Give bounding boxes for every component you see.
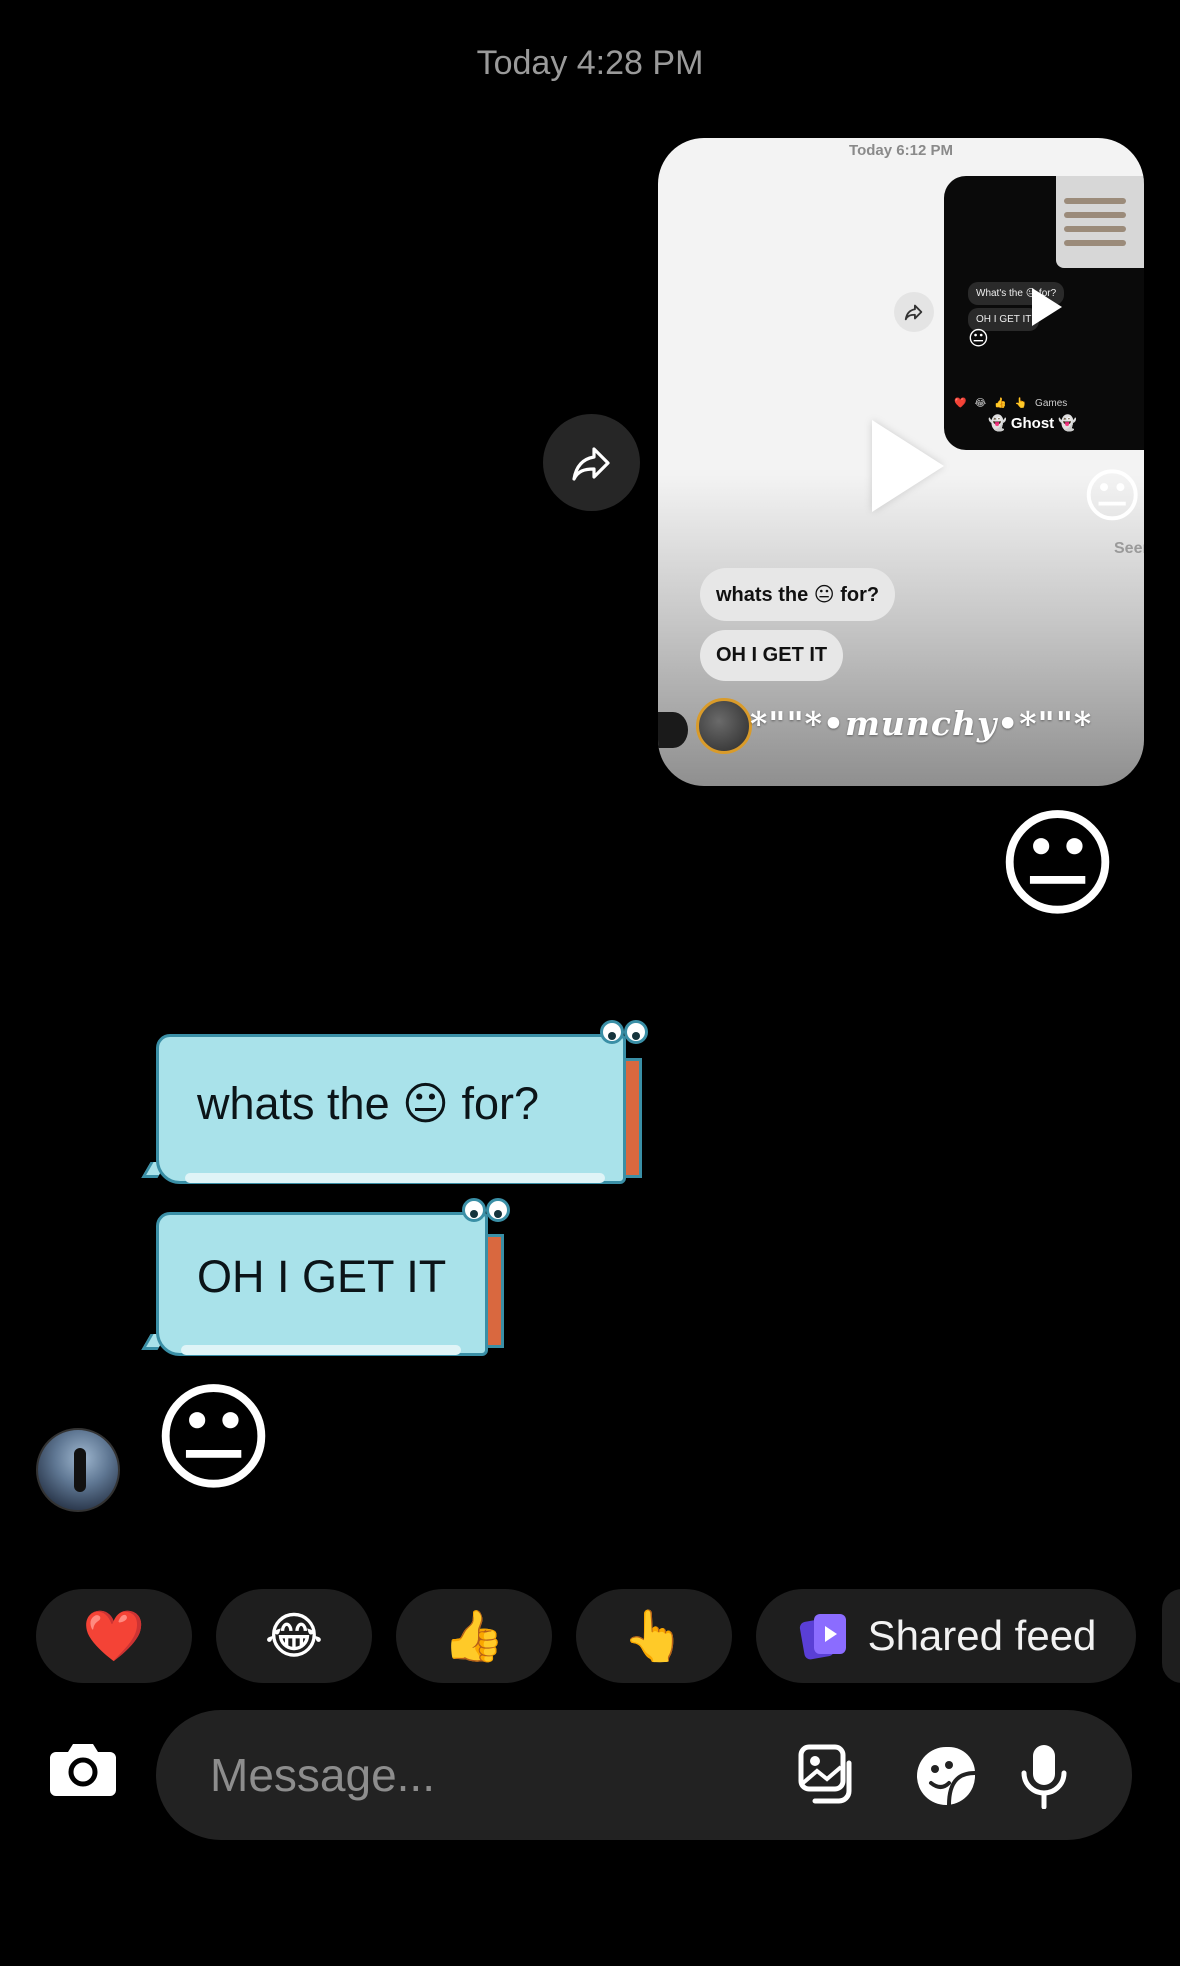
croc-body: whats the 😐 for? bbox=[156, 1034, 626, 1184]
croc-eyes bbox=[462, 1198, 522, 1228]
video-avatar-secondary bbox=[658, 712, 688, 748]
received-message[interactable]: OH I GET IT bbox=[141, 1198, 524, 1360]
sticker-button[interactable] bbox=[910, 1740, 982, 1812]
reaction-point-up-button[interactable]: 👆 bbox=[576, 1589, 732, 1683]
gallery-button[interactable] bbox=[794, 1740, 866, 1812]
shared-video-message[interactable]: Today 6:12 PM What's the 😐 for? OH I GET… bbox=[658, 138, 1144, 786]
reaction-laugh-button[interactable]: 😂 bbox=[216, 1589, 372, 1683]
received-emoji-message[interactable]: 😐 bbox=[152, 1380, 275, 1498]
message-input[interactable] bbox=[210, 1748, 710, 1802]
video-avatar bbox=[696, 698, 752, 754]
inner-play-icon bbox=[1032, 288, 1062, 326]
croc-jaw bbox=[626, 1058, 642, 1178]
received-message[interactable]: whats the 😐 for? bbox=[141, 1018, 664, 1188]
sent-emoji-message[interactable]: 😐 bbox=[996, 806, 1119, 924]
microphone-icon bbox=[1021, 1745, 1067, 1809]
shared-feed-button[interactable]: Shared feed bbox=[756, 1589, 1136, 1683]
inner-emoji: 😐 bbox=[968, 328, 989, 350]
croc-eyes bbox=[600, 1020, 660, 1050]
inner-thumbnail bbox=[1056, 176, 1144, 268]
chat-timestamp: Today 4:28 PM bbox=[476, 44, 704, 82]
camera-icon bbox=[50, 1744, 116, 1796]
video-bubble: OH I GET IT bbox=[700, 630, 844, 681]
voice-button[interactable] bbox=[1008, 1740, 1080, 1812]
gallery-icon bbox=[798, 1744, 852, 1804]
reaction-heart-button[interactable]: ❤️ bbox=[36, 1589, 192, 1683]
reaction-thumbs-up-button[interactable]: 👍 bbox=[396, 1589, 552, 1683]
share-button[interactable] bbox=[543, 414, 640, 511]
sticker-icon bbox=[917, 1747, 976, 1806]
share-icon bbox=[571, 446, 610, 481]
shared-feed-label: Shared feed bbox=[867, 1612, 1097, 1659]
video-inner-screenshot: What's the 😐 for? OH I GET IT 😐 ❤️ 😂 👍 👆… bbox=[944, 176, 1144, 450]
message-text: OH I GET IT bbox=[197, 1251, 447, 1302]
mini-share-icon bbox=[894, 292, 934, 332]
message-text: whats the 😐 for? bbox=[197, 1078, 540, 1129]
inner-reaction-row: ❤️ 😂 👍 👆 Games bbox=[954, 398, 1068, 409]
seen-label: Seen bbox=[1114, 540, 1144, 557]
play-icon[interactable] bbox=[872, 420, 944, 512]
croc-jaw bbox=[488, 1234, 504, 1348]
camera-button[interactable] bbox=[48, 1740, 118, 1798]
video-emoji: 😐 bbox=[1082, 464, 1143, 529]
video-sender-name: *""*•munchy•*""* bbox=[750, 704, 1093, 743]
contact-avatar[interactable] bbox=[36, 1428, 120, 1512]
shared-feed-icon bbox=[799, 1614, 846, 1660]
video-timestamp: Today 6:12 PM bbox=[849, 142, 953, 159]
quick-reactions-row: ❤️ 😂 👍 👆 Shared feed bbox=[36, 1589, 1136, 1683]
inner-name: 👻 Ghost 👻 bbox=[988, 415, 1078, 432]
video-bubble: whats the 😐 for? bbox=[700, 568, 896, 621]
more-reactions-chip[interactable] bbox=[1162, 1589, 1180, 1683]
message-composer bbox=[156, 1710, 1132, 1840]
croc-body: OH I GET IT bbox=[156, 1212, 488, 1356]
